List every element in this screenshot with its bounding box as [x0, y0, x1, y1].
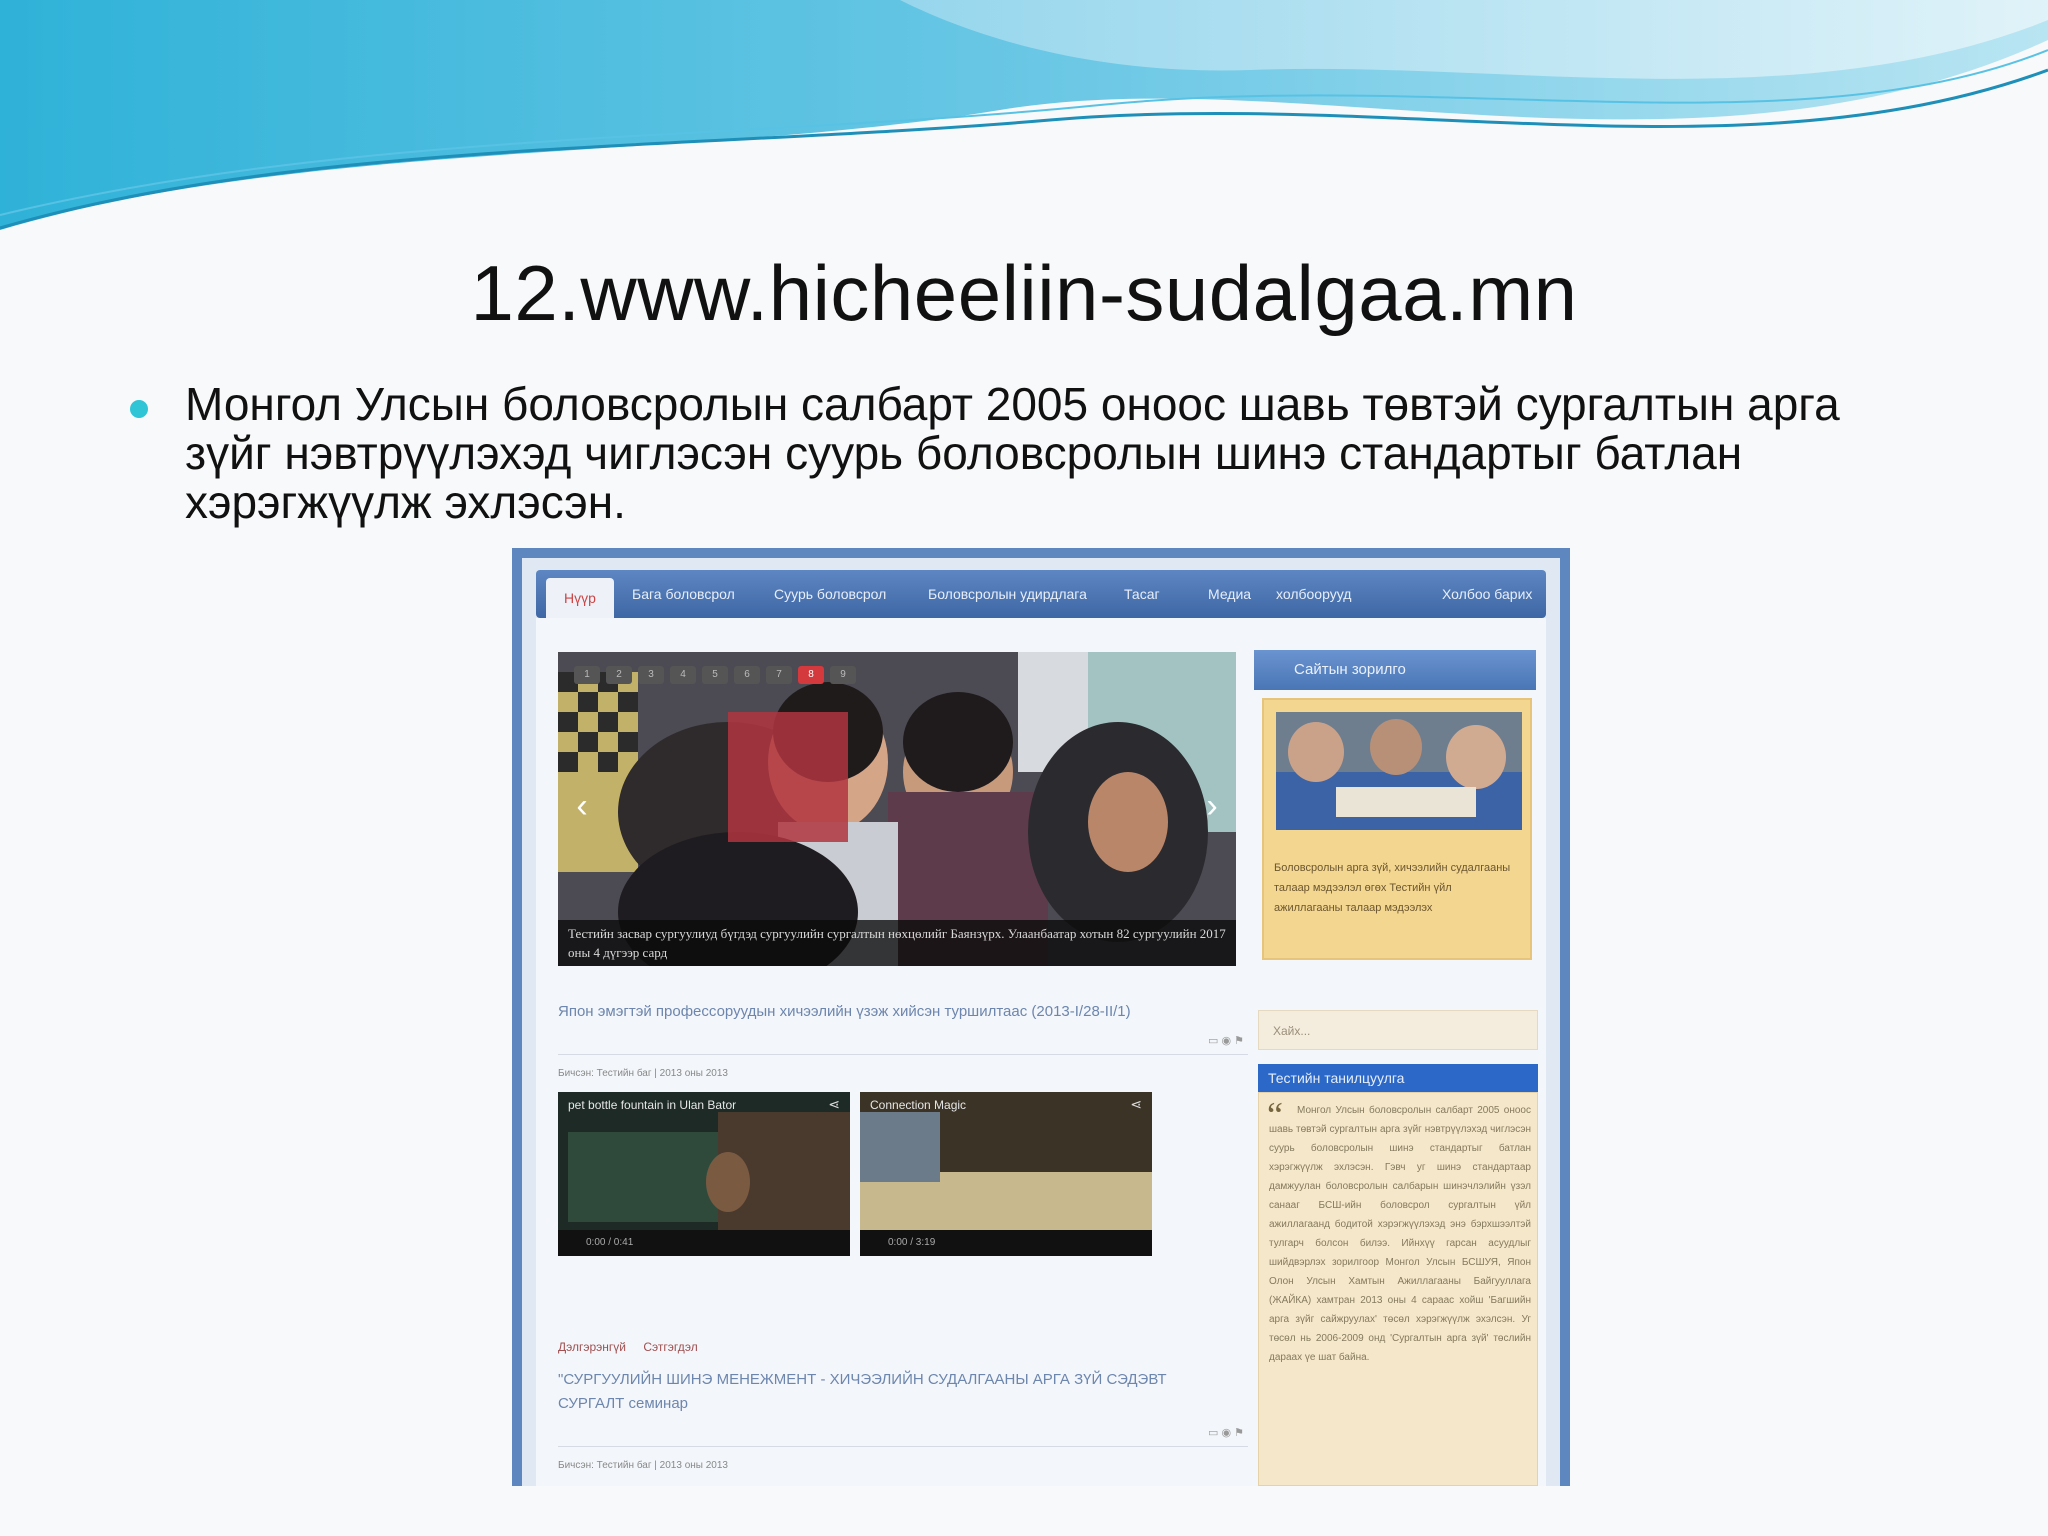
about-box: “ Монгол Улсын боловсролын салбарт 2005 … — [1258, 1092, 1538, 1486]
bullet-dot-icon — [130, 400, 148, 418]
nav-item-secondary[interactable]: Суурь боловсрол — [774, 570, 886, 618]
divider — [558, 1054, 1248, 1055]
share-icon[interactable]: ⋖ — [828, 1096, 840, 1113]
post-tags: Дэлгэрэнгүй Сэтгэгдэл — [558, 1340, 712, 1354]
tag-link[interactable]: Дэлгэрэнгүй — [558, 1340, 626, 1354]
pager-dot[interactable]: 7 — [766, 666, 792, 684]
video-controls[interactable]: 0:00 / 0:41 — [558, 1230, 850, 1256]
pager-dot[interactable]: 3 — [638, 666, 664, 684]
news-meta: Бичсэн: Тестийн баг | 2013 оны 2013 — [558, 1068, 728, 1079]
pager-dot-active[interactable]: 8 — [798, 666, 824, 684]
bullet-text: Монгол Улсын боловсролын салбарт 2005 он… — [185, 378, 1840, 528]
slider-pager: 123456789 — [574, 664, 862, 686]
slider-next-icon[interactable]: › — [1198, 786, 1226, 826]
pager-dot[interactable]: 1 — [574, 666, 600, 684]
nav-item-contact[interactable]: Холбоо барих — [1442, 570, 1532, 618]
pager-dot[interactable]: 2 — [606, 666, 632, 684]
nav-item-primary[interactable]: Бага боловсрол — [632, 570, 735, 618]
news-title-link[interactable]: Япон эмэгтэй профессоруудын хичээлийн үз… — [558, 1003, 1248, 1020]
search-input[interactable]: Хайх... — [1258, 1010, 1538, 1050]
post-title-link[interactable]: "СУРГУУЛИЙН ШИНЭ МЕНЕЖМЕНТ - ХИЧЭЭЛИЙН С… — [558, 1368, 1208, 1416]
top-wave-decoration — [0, 0, 2048, 230]
pager-dot[interactable]: 4 — [670, 666, 696, 684]
nav-item-home[interactable]: Нүүр — [546, 578, 614, 618]
site-navbar: Нүүр Бага боловсрол Суурь боловсрол Боло… — [536, 570, 1546, 618]
about-title: Тестийн танилцуулга — [1258, 1064, 1538, 1092]
article-tools-icon[interactable]: ▭ ◉ ⚑ — [1208, 1034, 1244, 1047]
divider — [558, 1446, 1248, 1447]
site-content: 123456789 ‹ › Тестийн засвар сургуулиуд … — [536, 618, 1546, 1486]
sidebar-photo — [1276, 712, 1522, 830]
nav-item-department[interactable]: Тасаг — [1124, 570, 1160, 618]
video-title[interactable]: Connection Magic — [870, 1098, 966, 1112]
video-time: 0:00 / 0:41 — [586, 1237, 634, 1248]
website-screenshot: Нүүр Бага боловсрол Суурь боловсрол Боло… — [512, 548, 1570, 1486]
nav-item-media[interactable]: Медиа — [1208, 570, 1251, 618]
video-controls[interactable]: 0:00 / 3:19 — [860, 1230, 1152, 1256]
about-text: Монгол Улсын боловсролын салбарт 2005 он… — [1269, 1105, 1531, 1363]
video-title[interactable]: pet bottle fountain in Ulan Bator — [568, 1098, 736, 1112]
post-meta: Бичсэн: Тестийн баг | 2013 оны 2013 — [558, 1460, 728, 1471]
nav-item-management[interactable]: Боловсролын удирдлага — [928, 570, 1087, 618]
sidebar-box: Боловсролын арга зүй, хичээлийн судалгаа… — [1262, 698, 1532, 960]
slider-photo — [558, 652, 1236, 966]
photo-slider[interactable]: 123456789 ‹ › Тестийн засвар сургуулиуд … — [558, 652, 1236, 966]
share-icon[interactable]: ⋖ — [1130, 1096, 1142, 1113]
tag-link[interactable]: Сэтгэгдэл — [643, 1340, 697, 1354]
pager-dot[interactable]: 5 — [702, 666, 728, 684]
video-player[interactable]: Connection Magic ⋖ 0:00 / 3:19 — [860, 1092, 1152, 1256]
sidebar-text: Боловсролын арга зүй, хичээлийн судалгаа… — [1274, 862, 1511, 914]
nav-item-extra[interactable]: холбоорууд — [1276, 570, 1351, 618]
article-tools-icon[interactable]: ▭ ◉ ⚑ — [1208, 1426, 1244, 1439]
website-page: Нүүр Бага боловсрол Суурь боловсрол Боло… — [522, 558, 1560, 1486]
sidebar-title: Сайтын зорилго — [1254, 650, 1536, 690]
pager-dot[interactable]: 6 — [734, 666, 760, 684]
slide-title: 12.www.hicheeliin-sudalgaa.mn — [470, 249, 1578, 337]
video-time: 0:00 / 3:19 — [888, 1237, 936, 1248]
pager-dot[interactable]: 9 — [830, 666, 856, 684]
slider-caption: Тестийн засвар сургуулиуд бүгдэд сургуул… — [558, 920, 1236, 966]
video-player[interactable]: pet bottle fountain in Ulan Bator ⋖ 0:00… — [558, 1092, 850, 1256]
bullet-item: Монгол Улсын боловсролын салбарт 2005 он… — [130, 380, 1930, 527]
slider-prev-icon[interactable]: ‹ — [568, 786, 596, 826]
